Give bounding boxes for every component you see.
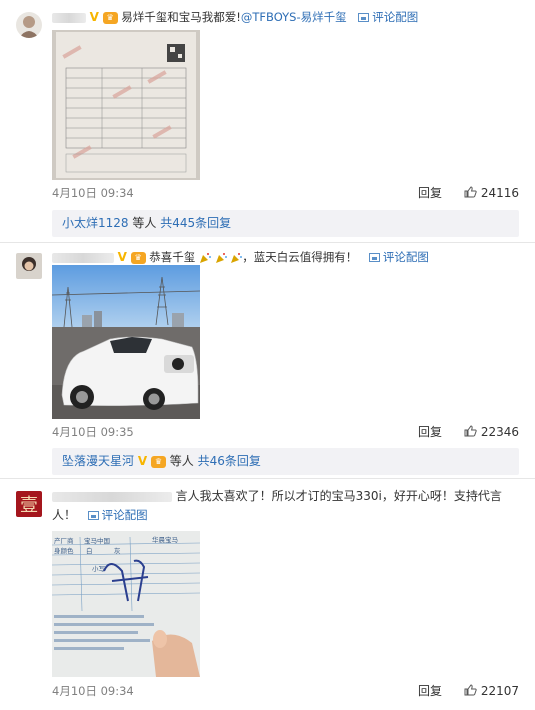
like-button[interactable]: 22346 — [464, 425, 519, 439]
verified-icon: V — [117, 250, 127, 264]
comment-actions: 回复 22107 — [418, 682, 519, 699]
username-blurred[interactable] — [52, 252, 114, 263]
party-popper-icon — [215, 252, 227, 263]
thumbs-up-icon — [464, 186, 477, 198]
thumbs-up-icon — [464, 684, 477, 696]
comment-text-line1: 言人我太喜欢了！所以才订的宝马330i，好开心呀！支持代言 — [175, 489, 502, 503]
reply-user-link[interactable]: 小太烊1128 — [62, 216, 129, 230]
reply-summary[interactable]: 坠落漫天星河 V ♛ 等人 共46条回复 — [52, 448, 519, 475]
username-blurred[interactable] — [52, 12, 86, 23]
doc-label: 产厂商 — [54, 536, 74, 545]
avatar[interactable] — [16, 253, 42, 279]
username-blurred[interactable] — [52, 491, 172, 502]
comment-text: 易烊千玺和宝马我都爱! — [121, 10, 241, 24]
verified-icon: V — [137, 454, 148, 468]
party-popper-icon — [199, 252, 211, 263]
comment-text-prefix: 恭喜千玺 — [149, 250, 196, 264]
comment-picture-link[interactable]: 评论配图 — [368, 250, 429, 264]
doc-label: 小写 — [92, 564, 105, 573]
comment-2: V ♛ 恭喜千玺 ，蓝天白云值得拥有！ 评论配图 4月10日 09:35 回复 … — [0, 243, 535, 477]
level-icon: ♛ — [102, 11, 118, 24]
picture-icon — [358, 13, 370, 22]
svg-text:壹: 壹 — [20, 495, 38, 516]
picture-icon — [87, 511, 99, 520]
comment-text-line2: 人！ — [52, 508, 77, 522]
like-count: 24116 — [480, 186, 519, 200]
reply-button[interactable]: 回复 — [418, 425, 442, 439]
doc-label: 身颜色 — [54, 546, 74, 555]
comment-header: V ♛ 恭喜千玺 ，蓝天白云值得拥有！ 评论配图 — [52, 249, 429, 265]
comment-photo[interactable] — [52, 30, 200, 180]
reply-count-link[interactable]: 共445条回复 — [160, 216, 231, 230]
comment-actions: 回复 22346 — [418, 423, 519, 440]
comment-1: V ♛ 易烊千玺和宝马我都爱!@TFBOYS-易烊千玺 评论配图 4月10日 0… — [0, 0, 535, 240]
doc-label: 灰 — [114, 546, 121, 555]
doc-label: 白 — [86, 546, 93, 555]
comment-picture-link[interactable]: 评论配图 — [358, 10, 418, 24]
comment-time: 4月10日 09:34 — [52, 186, 134, 200]
reply-count-link[interactable]: 共46条回复 — [198, 454, 261, 468]
comment-header: V ♛ 易烊千玺和宝马我都爱!@TFBOYS-易烊千玺 评论配图 — [52, 9, 418, 25]
comment-3: 壹 言人我太喜欢了！所以才订的宝马330i，好开心呀！支持代言 人！ 评论配图 — [0, 479, 535, 710]
comment-time: 4月10日 09:35 — [52, 425, 134, 439]
comment-photo[interactable]: 产厂商 宝马中国 华晨宝马 身颜色 白 灰 小写 — [52, 531, 200, 677]
avatar[interactable] — [16, 12, 42, 38]
verified-icon: V — [89, 10, 99, 24]
reply-user-link[interactable]: 坠落漫天星河 — [62, 454, 134, 468]
picture-icon — [368, 253, 380, 262]
thumbs-up-icon — [464, 425, 477, 437]
comment-time: 4月10日 09:34 — [52, 684, 134, 698]
reply-button[interactable]: 回复 — [418, 186, 442, 200]
like-count: 22346 — [480, 425, 519, 439]
avatar[interactable]: 壹 — [16, 491, 42, 517]
comment-photo[interactable] — [52, 265, 200, 419]
comment-actions: 回复 24116 — [418, 184, 519, 201]
level-icon: ♛ — [130, 251, 146, 264]
reply-button[interactable]: 回复 — [418, 684, 442, 698]
party-popper-icon — [231, 252, 243, 263]
comment-header-line2: 人！ 评论配图 — [52, 507, 148, 523]
mention-link[interactable]: @TFBOYS-易烊千玺 — [241, 10, 347, 24]
reply-summary[interactable]: 小太烊1128 等人 共445条回复 — [52, 210, 519, 237]
doc-label: 宝马中国 — [84, 536, 110, 545]
comment-header: 言人我太喜欢了！所以才订的宝马330i，好开心呀！支持代言 — [52, 488, 502, 504]
level-icon: ♛ — [150, 455, 166, 468]
reply-suffix: 等人 — [132, 216, 157, 230]
like-button[interactable]: 24116 — [464, 186, 519, 200]
comment-text-suffix: ，蓝天白云值得拥有！ — [242, 250, 358, 264]
like-button[interactable]: 22107 — [464, 684, 519, 698]
doc-label: 华晨宝马 — [152, 535, 178, 544]
comment-picture-link[interactable]: 评论配图 — [87, 508, 148, 522]
reply-suffix: 等人 — [169, 454, 194, 468]
like-count: 22107 — [480, 684, 519, 698]
